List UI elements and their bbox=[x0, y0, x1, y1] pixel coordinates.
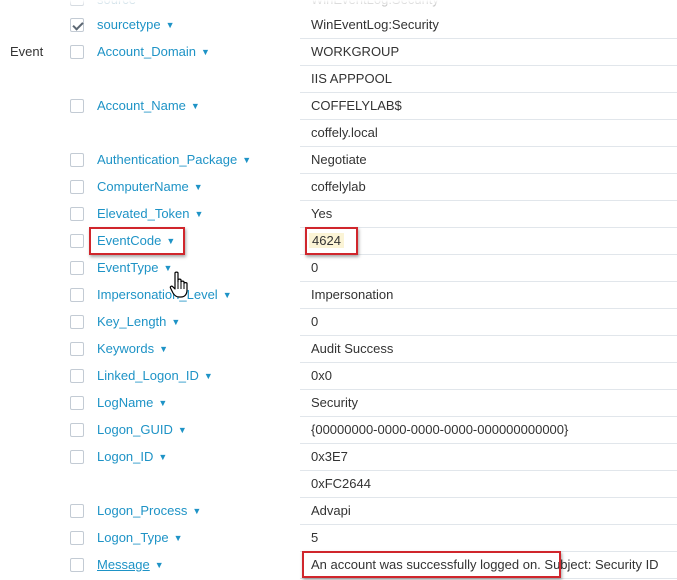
field-name-link[interactable]: EventCode ▼ bbox=[97, 227, 175, 254]
caret-down-icon[interactable]: ▼ bbox=[192, 506, 201, 516]
field-value[interactable]: coffelylab bbox=[311, 173, 366, 200]
caret-down-icon[interactable]: ▼ bbox=[178, 425, 187, 435]
field-name-link[interactable]: Keywords ▼ bbox=[97, 335, 168, 362]
field-value[interactable]: 4624 bbox=[309, 233, 344, 248]
field-name-link[interactable]: Account_Name ▼ bbox=[97, 92, 200, 119]
field-name-link[interactable]: Linked_Logon_ID ▼ bbox=[97, 362, 213, 389]
caret-down-icon[interactable]: ▼ bbox=[158, 398, 167, 408]
field-value[interactable]: 0xFC2644 bbox=[311, 470, 371, 497]
field-checkbox[interactable] bbox=[70, 369, 84, 383]
value-divider bbox=[300, 443, 677, 471]
field-checkbox[interactable] bbox=[70, 558, 84, 572]
section-label-event: Event bbox=[10, 44, 44, 59]
field-value[interactable]: coffely.local bbox=[311, 119, 378, 146]
field-value[interactable]: 0x0 bbox=[311, 362, 332, 389]
field-value[interactable]: Impersonation bbox=[311, 281, 393, 308]
field-value[interactable]: Audit Success bbox=[311, 335, 393, 362]
value-divider bbox=[300, 524, 677, 552]
scroll-fade bbox=[0, 0, 677, 8]
caret-down-icon[interactable]: ▼ bbox=[242, 155, 251, 165]
field-checkbox[interactable] bbox=[70, 18, 84, 32]
field-value[interactable]: Negotiate bbox=[311, 146, 367, 173]
caret-down-icon[interactable]: ▼ bbox=[174, 533, 183, 543]
caret-down-icon[interactable]: ▼ bbox=[171, 317, 180, 327]
field-name-link[interactable]: Logon_GUID ▼ bbox=[97, 416, 187, 443]
field-value[interactable]: 5 bbox=[311, 524, 318, 551]
field-name-link[interactable]: Logon_ID ▼ bbox=[97, 443, 167, 470]
field-value[interactable]: WinEventLog:Security bbox=[311, 11, 439, 38]
caret-down-icon[interactable]: ▼ bbox=[195, 209, 204, 219]
field-name-link[interactable]: Message ▼ bbox=[97, 551, 164, 578]
field-name-link[interactable]: sourcetype ▼ bbox=[97, 11, 175, 38]
field-name-link[interactable]: Elevated_Token ▼ bbox=[97, 200, 203, 227]
field-value[interactable]: Yes bbox=[311, 200, 332, 227]
field-checkbox[interactable] bbox=[70, 234, 84, 248]
caret-down-icon[interactable]: ▼ bbox=[191, 101, 200, 111]
field-checkbox[interactable] bbox=[70, 396, 84, 410]
field-checkbox[interactable] bbox=[70, 261, 84, 275]
event-fields-panel: source WinEventLog:Security Event source… bbox=[0, 0, 677, 579]
field-name-link[interactable]: LogName ▼ bbox=[97, 389, 167, 416]
field-name-link[interactable]: Logon_Process ▼ bbox=[97, 497, 201, 524]
caret-down-icon[interactable]: ▼ bbox=[166, 236, 175, 246]
field-checkbox[interactable] bbox=[70, 180, 84, 194]
field-value[interactable]: COFFELYLAB$ bbox=[311, 92, 402, 119]
field-value[interactable]: Security bbox=[311, 389, 358, 416]
caret-down-icon[interactable]: ▼ bbox=[159, 344, 168, 354]
caret-down-icon[interactable]: ▼ bbox=[155, 560, 164, 570]
value-divider bbox=[300, 362, 677, 390]
field-name-link[interactable]: EventType ▼ bbox=[97, 254, 172, 281]
field-value[interactable]: 0 bbox=[311, 308, 318, 335]
field-checkbox[interactable] bbox=[70, 504, 84, 518]
field-value[interactable]: 0 bbox=[311, 254, 318, 281]
caret-down-icon[interactable]: ▼ bbox=[201, 47, 210, 57]
field-name-link[interactable]: Key_Length ▼ bbox=[97, 308, 180, 335]
field-name-link[interactable]: Logon_Type ▼ bbox=[97, 524, 183, 551]
field-name-link[interactable]: Authentication_Package ▼ bbox=[97, 146, 251, 173]
field-checkbox[interactable] bbox=[70, 99, 84, 113]
field-value[interactable]: Advapi bbox=[311, 497, 351, 524]
field-checkbox[interactable] bbox=[70, 423, 84, 437]
caret-down-icon[interactable]: ▼ bbox=[223, 290, 232, 300]
field-checkbox[interactable] bbox=[70, 45, 84, 59]
field-checkbox[interactable] bbox=[70, 531, 84, 545]
field-name-link[interactable]: ComputerName ▼ bbox=[97, 173, 203, 200]
value-divider bbox=[300, 308, 677, 336]
field-checkbox[interactable] bbox=[70, 342, 84, 356]
value-divider bbox=[300, 497, 677, 525]
caret-down-icon[interactable]: ▼ bbox=[166, 20, 175, 30]
field-name-link[interactable]: Account_Domain ▼ bbox=[97, 38, 210, 65]
field-value[interactable]: 0x3E7 bbox=[311, 443, 348, 470]
caret-down-icon[interactable]: ▼ bbox=[194, 182, 203, 192]
field-value[interactable]: IIS APPPOOL bbox=[311, 65, 392, 92]
field-checkbox[interactable] bbox=[70, 207, 84, 221]
field-checkbox[interactable] bbox=[70, 315, 84, 329]
value-divider bbox=[300, 200, 677, 228]
field-checkbox[interactable] bbox=[70, 153, 84, 167]
field-value[interactable]: WORKGROUP bbox=[311, 38, 399, 65]
field-checkbox[interactable] bbox=[70, 288, 84, 302]
value-divider bbox=[300, 227, 677, 255]
field-value[interactable]: {00000000-0000-0000-0000-000000000000} bbox=[311, 416, 568, 443]
value-divider bbox=[300, 254, 677, 282]
field-name-link[interactable]: Impersonation_Level ▼ bbox=[97, 281, 232, 308]
hand-pointer-icon bbox=[169, 271, 188, 298]
caret-down-icon[interactable]: ▼ bbox=[204, 371, 213, 381]
field-value[interactable]: An account was successfully logged on. S… bbox=[311, 551, 659, 578]
field-checkbox[interactable] bbox=[70, 450, 84, 464]
caret-down-icon[interactable]: ▼ bbox=[158, 452, 167, 462]
